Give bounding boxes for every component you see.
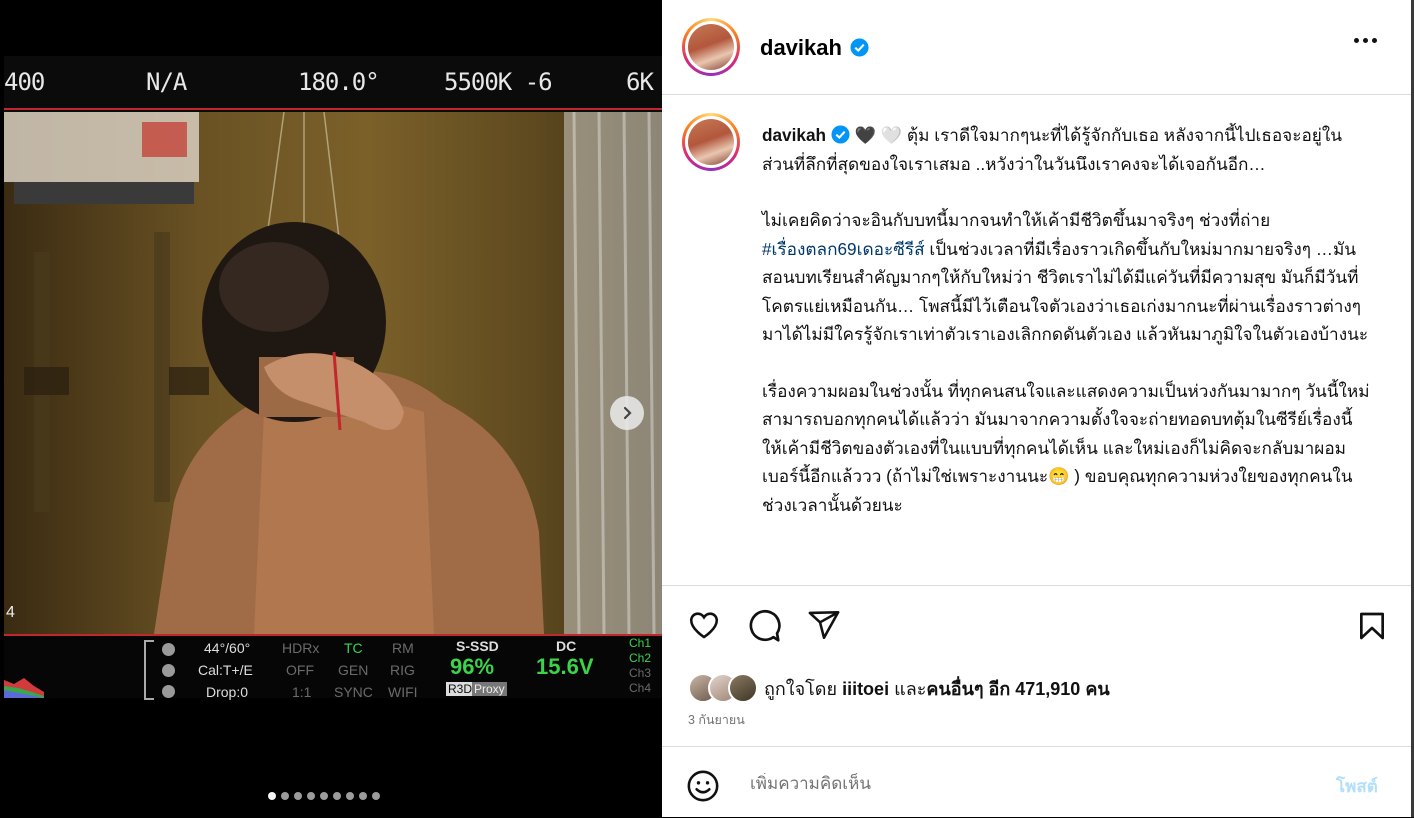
emoji-icon[interactable] (686, 769, 720, 803)
indicator-dot (162, 664, 175, 677)
caption-username[interactable]: davikah (762, 125, 826, 145)
verified-badge-icon (831, 125, 850, 144)
post-image: 400 N/A 180.0° 5500K -6 6K 44°/60° Cal:T… (4, 56, 662, 700)
carousel-dot (372, 792, 380, 800)
caption-paragraph-2a: ไม่เคยคิดว่าจะอินกับบทนี้มากจนทำให้เค้าม… (762, 210, 1271, 230)
carousel-dot (333, 792, 341, 800)
camera-corner-number: 4 (6, 604, 15, 621)
avatar[interactable] (682, 18, 740, 76)
frame-line-top (4, 108, 662, 110)
liker-avatar[interactable] (728, 673, 758, 703)
cam-drop: Drop:0 (206, 684, 249, 700)
likes-others-link[interactable]: คนอื่นๆ อีก 471,910 คน (926, 679, 1109, 699)
cam-tc: TC (344, 640, 363, 656)
comment-icon[interactable] (746, 608, 782, 644)
post-caption: davikah 🖤 🤍 ตุ้ม เราดีใจมากๆนะที่ได้รู้จ… (762, 121, 1372, 547)
carousel-dot (320, 792, 328, 800)
camera-res: 6K (626, 68, 654, 96)
cam-hdrx: HDRx (282, 640, 320, 656)
cam-angle: 44°/60° (204, 640, 251, 656)
likes-summary: ถูกใจโดย iiitoei และคนอื่นๆ อีก 471,910 … (688, 672, 1110, 704)
chevron-right-icon (623, 406, 632, 420)
post-details-panel: davikah davikah 🖤 🤍 ตุ้ม เราดีใจมากๆนะที… (662, 0, 1414, 817)
indicator-dot (162, 643, 175, 656)
cam-ch3: Ch3 (629, 666, 652, 680)
cam-rig: RIG (390, 662, 415, 678)
cam-sync: SYNC (334, 684, 373, 700)
caption-section: davikah 🖤 🤍 ตุ้ม เราดีใจมากๆนะที่ได้รู้จ… (662, 95, 1414, 586)
scene-illustration (4, 112, 662, 634)
cam-wifi: WIFI (388, 684, 418, 700)
cam-ssd-value: 96% (450, 654, 495, 679)
cam-rm: RM (392, 640, 414, 656)
caption-avatar[interactable] (682, 113, 740, 171)
histogram (4, 678, 44, 698)
likes-text: ถูกใจโดย iiitoei และคนอื่นๆ อีก 471,910 … (764, 678, 1110, 699)
post-comment-button[interactable]: โพสต์ (1336, 773, 1378, 800)
carousel-next-button[interactable] (610, 396, 644, 430)
camera-shutter: 180.0° (298, 68, 380, 96)
post-header: davikah (662, 0, 1414, 95)
cam-gen: GEN (338, 662, 369, 678)
hashtag-link[interactable]: #เรื่องตลก69เดอะซีรีส์ (762, 239, 925, 259)
cam-ssd-label: S-SSD (456, 638, 499, 654)
save-bookmark-icon[interactable] (1356, 608, 1388, 644)
action-bar (662, 600, 1414, 654)
camera-na: N/A (146, 68, 187, 96)
comment-bar: โพสต์ (662, 746, 1414, 818)
cam-dc-value: 15.6V (536, 654, 594, 679)
cam-ch1: Ch1 (629, 636, 652, 650)
carousel-dot (346, 792, 354, 800)
camera-top-overlay: 400 N/A 180.0° 5500K -6 6K (4, 56, 662, 108)
carousel-dot (268, 792, 276, 800)
post-media: 400 N/A 180.0° 5500K -6 6K 44°/60° Cal:T… (0, 0, 662, 817)
cam-dc-label: DC (556, 638, 577, 654)
carousel-indicator (268, 792, 380, 800)
carousel-dot (307, 792, 315, 800)
carousel-dot (281, 792, 289, 800)
instagram-post-modal: 400 N/A 180.0° 5500K -6 6K 44°/60° Cal:T… (0, 0, 1414, 817)
shower-scene (4, 112, 662, 634)
header-username[interactable]: davikah (760, 35, 842, 61)
cam-off: OFF (286, 662, 314, 678)
cam-r3d: R3D (446, 682, 475, 696)
cam-proxy: Proxy (472, 682, 507, 696)
more-options-icon[interactable] (1354, 38, 1377, 43)
cam-ch2: Ch2 (629, 651, 652, 665)
camera-wb: 5500K -6 (444, 68, 553, 96)
caption-paragraph-3: เรื่องความผอมในช่วงนั้น ที่ทุกคนสนใจและแ… (762, 380, 1370, 515)
comment-input[interactable] (748, 773, 1312, 795)
bracket (144, 640, 154, 700)
liker-username-link[interactable]: iiitoei (842, 679, 889, 699)
cam-ch4: Ch4 (629, 681, 652, 695)
share-send-icon[interactable] (806, 608, 842, 642)
indicator-dot (162, 685, 175, 698)
carousel-dot (294, 792, 302, 800)
carousel-dot (359, 792, 367, 800)
verified-badge-icon (850, 38, 869, 57)
cam-ratio: 1:1 (292, 684, 312, 700)
like-heart-icon[interactable] (686, 608, 722, 642)
cam-cal: Cal:T+/E (198, 662, 253, 678)
camera-bottom-overlay: 44°/60° Cal:T+/E Drop:0 HDRx OFF 1:1 TC … (4, 636, 662, 700)
post-date[interactable]: 3 กันยายน (688, 710, 745, 730)
camera-iso: 400 (4, 68, 45, 96)
